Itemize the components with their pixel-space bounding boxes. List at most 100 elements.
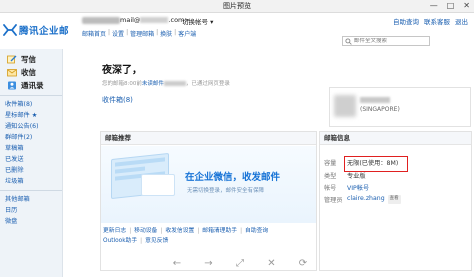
account-prefix: mail@ <box>120 16 141 24</box>
search-icon[interactable] <box>345 37 352 45</box>
link-separator: | <box>160 228 163 234</box>
recommend-links-row: 更新日志 | 移动设备 | 收发信设置 | 邮箱清理助手 | 自助查询 <box>101 226 316 236</box>
folder-netdisk[interactable]: 微盘 <box>0 216 62 227</box>
link-home[interactable]: 邮箱首页 <box>82 29 106 38</box>
viewer-title: 图片预览 <box>223 2 251 10</box>
recommend-links: 更新日志 | 移动设备 | 收发信设置 | 邮箱清理助手 | 自助查询 Outlook助… <box>101 226 316 246</box>
top-links: 邮箱首页 | 设置 | 管理邮箱 | 换肤 | 客户端 <box>82 29 196 38</box>
login-info: 您的邮箱8:00前未读邮件 ，已通过网页登录 <box>102 79 230 87</box>
contacts-label: 通讯录 <box>21 81 44 90</box>
avatar[interactable] <box>334 95 356 117</box>
illustration-bar <box>115 166 145 174</box>
compose-button[interactable]: 写信 <box>0 53 62 66</box>
contacts-button[interactable]: 通讯录 <box>0 79 62 92</box>
link-changelog[interactable]: 更新日志 <box>103 226 126 236</box>
link-separator: | <box>174 29 177 36</box>
folder-drafts[interactable]: 草稿箱 <box>0 143 62 154</box>
mailbox-info-title: 邮箱信息 <box>320 132 471 145</box>
type-value: 专业版 <box>347 173 366 180</box>
rotate-icon[interactable]: ⟳ <box>296 258 310 269</box>
link-separator: | <box>197 228 200 234</box>
receive-button[interactable]: 收信 <box>0 66 62 79</box>
sidebar: 写信 收信 通讯录 收件箱(8) 星标邮件 ★ 通知公告(6) 群邮件(2) 草… <box>0 49 63 277</box>
link-cleanup-assistant[interactable]: 邮箱清理助手 <box>202 226 237 236</box>
admin-value[interactable]: claire.zhang <box>347 195 385 204</box>
main-nav: 写信 收信 通讯录 <box>0 49 62 92</box>
link-outlook-assistant[interactable]: Outlook助手 <box>103 236 137 246</box>
link-mail-settings[interactable]: 收发信设置 <box>165 226 194 236</box>
folder-list: 收件箱(8) 星标邮件 ★ 通知公告(6) 群邮件(2) 草稿箱 已发送 已删除… <box>0 99 62 187</box>
admin-view-tag[interactable]: 查看 <box>387 195 401 204</box>
maximize-icon[interactable]: □ <box>447 0 455 12</box>
link-separator: | <box>240 228 243 234</box>
minimize-icon[interactable]: — <box>430 0 438 12</box>
folder-announcements[interactable]: 通知公告(6) <box>0 121 62 132</box>
account-value[interactable]: VIP帐号 <box>347 183 369 192</box>
brand-logo[interactable]: 腾讯企业邮 <box>3 23 69 37</box>
recommend-links-row: Outlook助手 | 意见反馈 <box>101 236 316 246</box>
account-key: 帐号 <box>324 185 337 192</box>
switch-account-button[interactable]: 切换帐号 ▾ <box>182 16 213 26</box>
greeting: 夜深了， <box>102 65 142 76</box>
folder-group-mail[interactable]: 群邮件(2) <box>0 132 62 143</box>
link-feedback[interactable]: 意见反馈 <box>145 236 168 246</box>
search-box[interactable] <box>342 36 430 46</box>
window-controls: — □ ✕ <box>430 0 470 12</box>
admin-key: 管理员 <box>324 197 343 204</box>
illustration-bar <box>115 157 165 167</box>
profile-org: (SINGAPORE) <box>360 106 400 113</box>
link-separator: | <box>129 228 132 234</box>
previous-icon[interactable]: ← <box>170 258 184 269</box>
folder-calendar[interactable]: 日历 <box>0 205 62 216</box>
logout-link[interactable]: 退出 <box>455 16 468 26</box>
compose-icon <box>7 55 17 64</box>
extra-list: 其他邮箱 日历 微盘 <box>0 194 62 227</box>
profile-name-redacted <box>360 97 390 103</box>
contact-support-link[interactable]: 联系客服 <box>424 16 450 26</box>
link-self-service[interactable]: 自助查询 <box>245 226 268 236</box>
viewer-title-bar: 图片预览 — □ ✕ <box>0 0 474 13</box>
link-separator: | <box>140 238 143 244</box>
actual-size-icon[interactable]: ✕ <box>265 258 279 269</box>
fit-screen-icon[interactable]: ⤢ <box>233 258 247 269</box>
next-icon[interactable]: → <box>202 258 216 269</box>
inbox-count-link[interactable]: 收件箱(8) <box>102 95 133 105</box>
promo-subtitle: 无需切换登录，邮件安全有保障 <box>187 188 265 194</box>
folder-starred[interactable]: 星标邮件 ★ <box>0 110 62 121</box>
type-key: 类型 <box>324 173 337 180</box>
viewer-toolbar: ← → ⤢ ✕ ⟳ <box>160 253 320 273</box>
folder-deleted[interactable]: 已删除 <box>0 165 62 176</box>
receive-label: 收信 <box>21 68 36 77</box>
mail-header: 腾讯企业邮 mail@ .com> 切换帐号 ▾ 邮箱首页 | 设置 | 管理邮箱 | … <box>0 13 474 49</box>
link-manage-mailbox[interactable]: 管理邮箱 <box>130 29 154 38</box>
search-input[interactable] <box>354 38 424 44</box>
promo-banner[interactable]: 在企业微信，收发邮件 无需切换登录，邮件安全有保障 <box>101 146 316 223</box>
sidebar-divider <box>0 95 62 96</box>
main-content: 夜深了， 您的邮箱8:00前未读邮件 ，已通过网页登录 收件箱(8) (SINGA… <box>64 49 474 277</box>
close-icon[interactable]: ✕ <box>463 0 470 12</box>
folder-inbox[interactable]: 收件箱(8) <box>0 99 62 110</box>
type-row: 类型 专业版 <box>324 171 366 180</box>
link-skin[interactable]: 换肤 <box>160 29 172 38</box>
folder-spam[interactable]: 垃圾箱 <box>0 176 62 187</box>
link-client[interactable]: 客户端 <box>178 29 196 38</box>
login-info-suffix: ，已通过网页登录 <box>185 81 230 87</box>
promo-illustration-card <box>141 174 175 196</box>
recommend-title: 邮箱推荐 <box>101 132 316 145</box>
folder-sent[interactable]: 已发送 <box>0 154 62 165</box>
user-name-redacted <box>82 17 120 24</box>
link-separator: | <box>156 29 159 36</box>
link-settings[interactable]: 设置 <box>112 29 124 38</box>
capacity-highlight-box <box>344 156 408 172</box>
profile-card: (SINGAPORE) <box>329 87 471 127</box>
account-domain-redacted <box>140 17 169 23</box>
self-service-link[interactable]: 自助查询 <box>393 16 419 26</box>
link-mobile-devices[interactable]: 移动设备 <box>134 226 157 236</box>
link-separator: | <box>108 29 111 36</box>
mailbox-info-panel: 邮箱信息 容量 无限(已使用：8M) 类型 专业版 帐号 VIP帐号 管理员 c… <box>319 131 472 271</box>
folder-other-mailboxes[interactable]: 其他邮箱 <box>0 194 62 205</box>
brand-name: 腾讯企业邮 <box>19 26 70 37</box>
header-right-links: 自助查询 联系客服 退出 <box>393 16 468 26</box>
account-address: mail@ .com> <box>120 16 190 24</box>
login-info-link[interactable]: 未读邮件 <box>142 81 164 87</box>
